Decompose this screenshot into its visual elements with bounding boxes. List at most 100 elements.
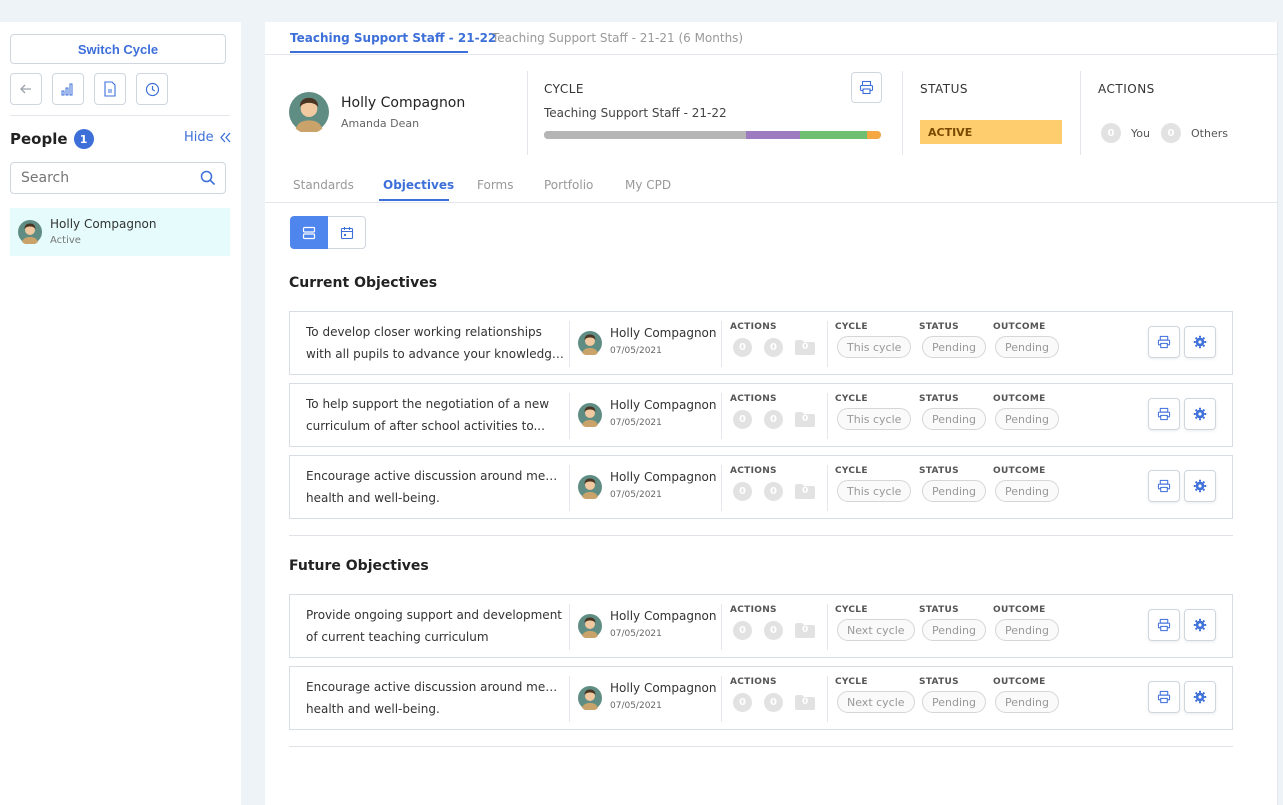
main-panel: Teaching Support Staff - 21-22 Teaching …: [265, 22, 1277, 805]
objective-date: 07/05/2021: [610, 701, 662, 711]
person-name: Holly Compagnon: [50, 217, 157, 231]
printer-icon: [1157, 479, 1171, 493]
objective-owner: Holly Compagnon: [610, 609, 717, 623]
objective-settings-button[interactable]: [1184, 470, 1216, 502]
printer-icon: [1157, 407, 1171, 421]
objective-owner: Holly Compagnon: [610, 326, 717, 340]
person-list-item[interactable]: Holly Compagnon Active: [10, 208, 230, 256]
history-button[interactable]: [136, 73, 168, 105]
folder-count: 0: [795, 484, 815, 499]
objective-row[interactable]: Provide ongoing support and development …: [289, 594, 1233, 658]
action-counts: 0 0 0: [733, 410, 815, 429]
tab-standards[interactable]: Standards: [293, 178, 354, 192]
objective-date: 07/05/2021: [610, 418, 662, 428]
outcome-column-label: OUTCOME: [993, 322, 1046, 332]
objective-line: To develop closer working relationships: [306, 325, 542, 339]
progress-segment: [544, 131, 747, 139]
status-pill: Pending: [922, 691, 986, 713]
printer-icon: [859, 80, 874, 95]
folder-count-value: 0: [802, 414, 809, 424]
objective-settings-button[interactable]: [1184, 326, 1216, 358]
search-icon[interactable]: [200, 170, 216, 186]
actions-column-label: ACTIONS: [730, 466, 777, 476]
gear-icon: [1193, 407, 1207, 421]
print-objective-button[interactable]: [1148, 681, 1180, 713]
status-pill: Pending: [922, 619, 986, 641]
section-divider: [289, 746, 1233, 747]
actions-others: 0 Others: [1161, 123, 1228, 143]
report-button[interactable]: [94, 73, 126, 105]
action-count-badge: 0: [764, 482, 783, 501]
tab-portfolio[interactable]: Portfolio: [544, 178, 593, 192]
stats-button[interactable]: [52, 73, 84, 105]
owner-avatar: [578, 403, 602, 427]
switch-cycle-button[interactable]: Switch Cycle: [10, 34, 226, 64]
active-tab-underline: [290, 51, 468, 53]
objective-settings-button[interactable]: [1184, 681, 1216, 713]
objective-settings-button[interactable]: [1184, 609, 1216, 641]
column-divider: [827, 321, 828, 367]
calendar-view-button[interactable]: [328, 216, 366, 249]
status-column-label: STATUS: [919, 605, 959, 615]
objective-line: of current teaching curriculum: [306, 630, 489, 644]
you-count-badge: 0: [1101, 123, 1121, 143]
print-objective-button[interactable]: [1148, 470, 1180, 502]
folder-count-value: 0: [802, 697, 809, 707]
actions-column-label: ACTIONS: [730, 394, 777, 404]
action-counts: 0 0 0: [733, 482, 815, 501]
column-divider: [569, 393, 570, 439]
people-search-input[interactable]: [10, 162, 226, 194]
clock-icon: [145, 82, 159, 96]
gear-icon: [1193, 479, 1207, 493]
gear-icon: [1193, 335, 1207, 349]
tab-my-cpd[interactable]: My CPD: [625, 178, 671, 192]
column-divider: [721, 676, 722, 722]
tab-current-cycle[interactable]: Teaching Support Staff - 21-22: [290, 31, 496, 45]
print-objective-button[interactable]: [1148, 609, 1180, 641]
print-objective-button[interactable]: [1148, 398, 1180, 430]
back-button[interactable]: [10, 73, 42, 105]
action-count-badge: 0: [764, 410, 783, 429]
objective-row[interactable]: Encourage active discussion around menta…: [289, 455, 1233, 519]
scrollbar-track[interactable]: [1277, 22, 1278, 805]
objective-line: health and well-being.: [306, 491, 440, 505]
cycle-progress-bar: [544, 131, 881, 139]
calendar-icon: [340, 226, 353, 239]
others-count-badge: 0: [1161, 123, 1181, 143]
objective-settings-button[interactable]: [1184, 398, 1216, 430]
tab-previous-cycle[interactable]: Teaching Support Staff - 21-21 (6 Months…: [492, 31, 743, 45]
cycle-pill: Next cycle: [837, 619, 915, 641]
outcome-pill: Pending: [995, 336, 1059, 358]
action-count-badge: 0: [733, 693, 752, 712]
hide-sidebar-link[interactable]: Hide: [184, 130, 231, 145]
printer-icon: [1157, 690, 1171, 704]
column-divider: [569, 676, 570, 722]
section-tabs: Standards Objectives Forms Portfolio My …: [265, 165, 1277, 203]
outcome-column-label: OUTCOME: [993, 677, 1046, 687]
tab-objectives[interactable]: Objectives: [383, 178, 454, 192]
objective-row[interactable]: To help support the negotiation of a new…: [289, 383, 1233, 447]
action-count-badge: 0: [764, 338, 783, 357]
arrow-left-icon: [20, 84, 31, 94]
print-objective-button[interactable]: [1148, 326, 1180, 358]
list-view-button[interactable]: [290, 216, 328, 249]
cycle-pill: Next cycle: [837, 691, 915, 713]
objective-line: Encourage active discussion around menta…: [306, 469, 564, 483]
current-objectives-heading: Current Objectives: [289, 275, 438, 291]
cycle-column-label: CYCLE: [835, 677, 868, 687]
print-cycle-button[interactable]: [851, 72, 882, 103]
outcome-pill: Pending: [995, 691, 1059, 713]
document-icon: [104, 81, 116, 97]
objective-date: 07/05/2021: [610, 346, 662, 356]
status-pill: Pending: [922, 408, 986, 430]
outcome-pill: Pending: [995, 408, 1059, 430]
tab-forms[interactable]: Forms: [477, 178, 513, 192]
objective-line: Encourage active discussion around menta…: [306, 680, 564, 694]
objective-row[interactable]: Encourage active discussion around menta…: [289, 666, 1233, 730]
objective-row[interactable]: To develop closer working relationships …: [289, 311, 1233, 375]
summary-divider: [902, 71, 903, 155]
actions-label: ACTIONS: [1098, 82, 1155, 96]
cycle-pill: This cycle: [837, 408, 912, 430]
objective-text: Provide ongoing support and development …: [306, 604, 564, 648]
column-divider: [721, 604, 722, 650]
